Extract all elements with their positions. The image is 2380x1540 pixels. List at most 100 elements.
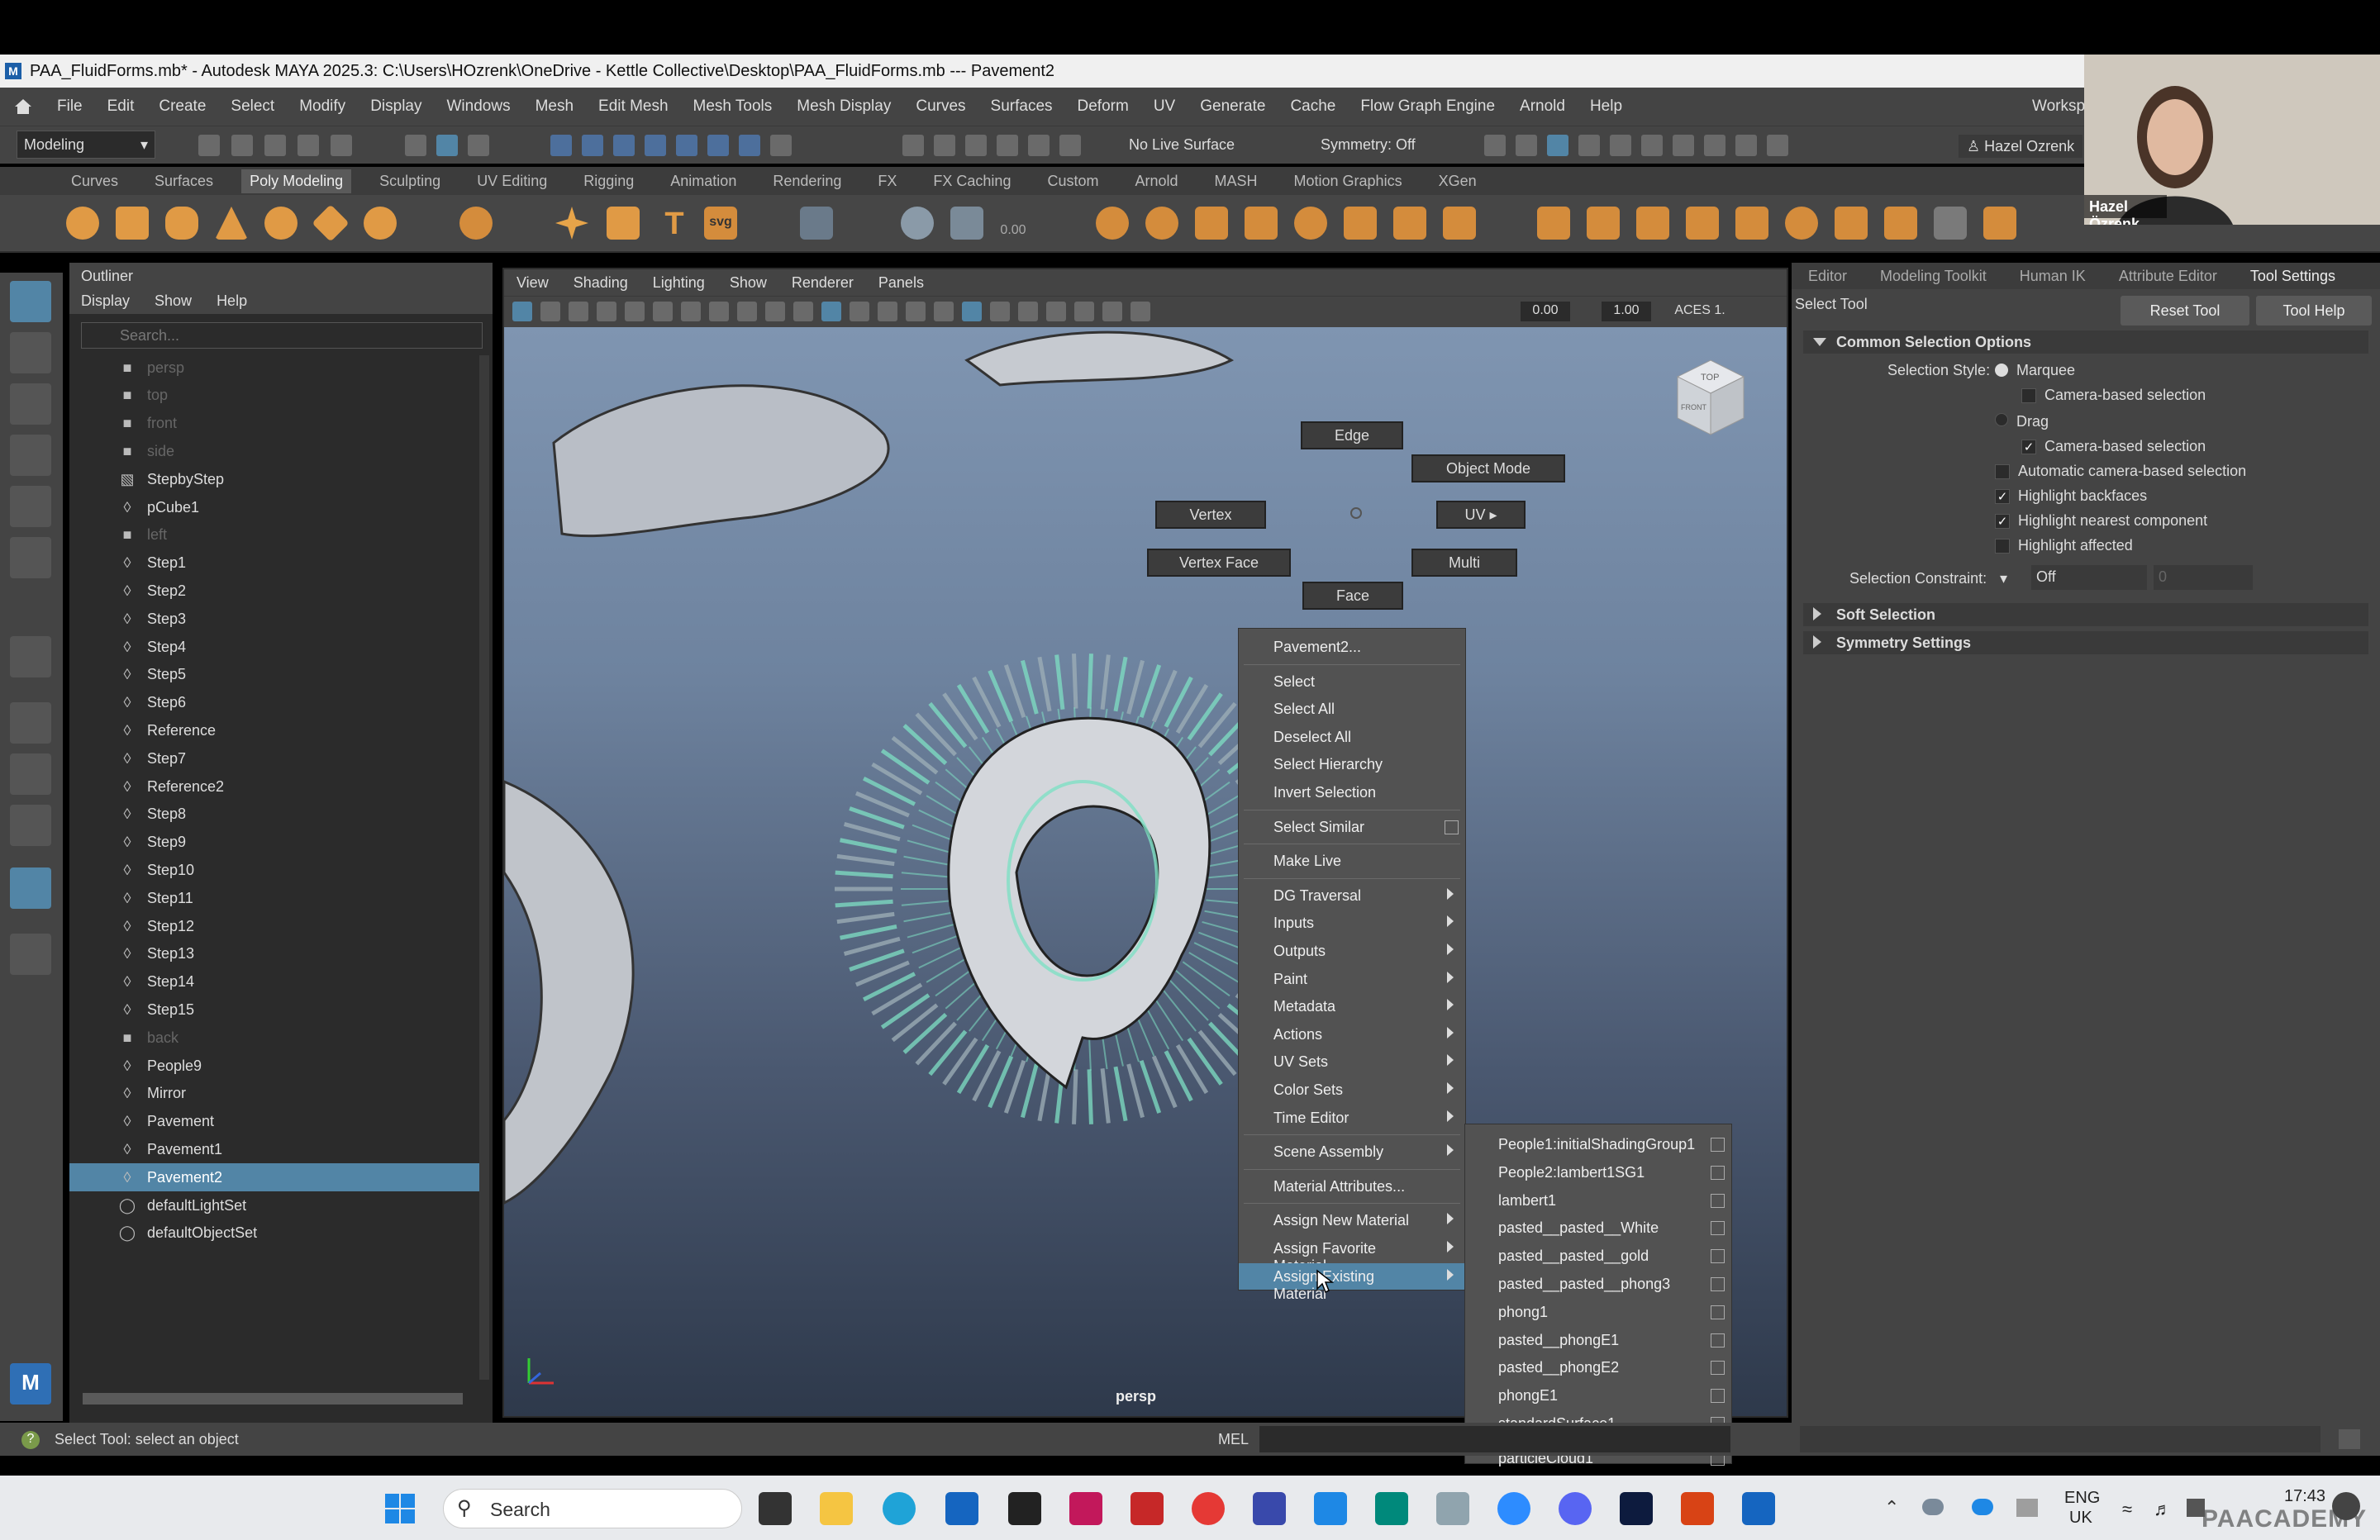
radio-marquee[interactable] xyxy=(1995,364,2008,377)
context-menu-item[interactable]: Select All xyxy=(1239,696,1465,722)
shelf-tab-mash[interactable]: MASH xyxy=(1215,173,1258,190)
context-menu-item[interactable]: Select Hierarchy xyxy=(1239,751,1465,777)
context-menu-item[interactable]: Invert Selection xyxy=(1239,779,1465,806)
outliner-item[interactable]: ◊ pCube1 xyxy=(69,493,479,521)
outliner-item[interactable]: ◊ Step5 xyxy=(69,661,479,689)
indesign-icon[interactable] xyxy=(1069,1492,1102,1525)
context-menu-item[interactable]: Color Sets xyxy=(1239,1077,1465,1103)
context-menu-item[interactable]: Assign Existing Material xyxy=(1239,1262,1465,1302)
taskbar-search-input[interactable]: ⚲ Search xyxy=(443,1489,742,1528)
outliner-item[interactable]: ■ back xyxy=(69,1024,479,1052)
viewport-menu-panels[interactable]: Panels xyxy=(878,274,924,292)
shelf-tab-surfaces[interactable]: Surfaces xyxy=(155,173,213,190)
context-menu-item[interactable]: Assign New Material xyxy=(1239,1207,1465,1233)
mirror-icon[interactable] xyxy=(901,207,934,240)
select-camera-icon[interactable] xyxy=(512,302,532,321)
hypershade-icon[interactable] xyxy=(1704,135,1726,156)
marking-menu-edge[interactable]: Edge xyxy=(1301,421,1403,449)
zoom-icon[interactable] xyxy=(1497,1492,1530,1525)
home-icon[interactable] xyxy=(13,97,33,116)
undo-icon[interactable] xyxy=(298,135,319,156)
poly-torus-icon[interactable] xyxy=(264,207,298,240)
tab-attribute-editor[interactable]: Attribute Editor xyxy=(2119,268,2217,285)
outlook-icon[interactable] xyxy=(945,1492,978,1525)
checkbox-camera-based-1[interactable] xyxy=(2021,388,2036,403)
wireframe-on-shaded-icon[interactable] xyxy=(962,302,982,321)
use-lights-icon[interactable] xyxy=(850,302,869,321)
camera-attributes-icon[interactable] xyxy=(540,302,560,321)
snap-surface-icon[interactable] xyxy=(1028,135,1050,156)
color-space-label[interactable]: ACES 1. xyxy=(1669,302,1730,321)
cloud-icon[interactable] xyxy=(1922,1499,1944,1515)
poly-cylinder-icon[interactable] xyxy=(165,207,198,240)
viewport-menu-renderer[interactable]: Renderer xyxy=(792,274,854,292)
flip-icon[interactable] xyxy=(1835,207,1868,240)
ipr-render-icon[interactable] xyxy=(1641,135,1663,156)
arnold-render-icon[interactable] xyxy=(1735,135,1757,156)
option-box-icon[interactable] xyxy=(1711,1333,1725,1348)
single-pane-icon[interactable] xyxy=(10,702,51,744)
chrome-icon[interactable] xyxy=(1192,1492,1225,1525)
outliner-item[interactable]: ◊ Step10 xyxy=(69,856,479,884)
outliner-item[interactable]: ◊ Step6 xyxy=(69,689,479,717)
redo-icon[interactable] xyxy=(331,135,352,156)
outliner-item[interactable]: ■ side xyxy=(69,437,479,465)
checkbox-highlight-affected[interactable] xyxy=(1995,539,2010,554)
marking-menu-vertex[interactable]: Vertex xyxy=(1155,501,1266,529)
volume-icon[interactable]: ♬ xyxy=(2154,1499,2172,1520)
3dsmax-icon[interactable] xyxy=(1375,1492,1408,1525)
symmetry-label[interactable]: Symmetry: Off xyxy=(1321,136,1416,154)
paint-select-icon[interactable] xyxy=(10,383,51,425)
task-view-icon[interactable] xyxy=(759,1492,792,1525)
camera-lock-icon[interactable] xyxy=(1547,135,1568,156)
context-menu-item[interactable]: DG Traversal xyxy=(1239,882,1465,909)
select-hierarchy-icon[interactable] xyxy=(405,135,426,156)
context-menu-item[interactable]: Inputs xyxy=(1239,910,1465,936)
tray-chevron-up-icon[interactable]: ⌃ xyxy=(1884,1497,1899,1519)
outliner-item[interactable]: ◊ Mirror xyxy=(69,1080,479,1108)
poly-plane-icon[interactable] xyxy=(312,204,350,242)
render-view-icon[interactable] xyxy=(1578,135,1600,156)
outliner-item[interactable]: ◯ defaultLightSet xyxy=(69,1191,479,1219)
multi-cut-icon[interactable] xyxy=(1344,207,1377,240)
file-explorer-icon[interactable] xyxy=(820,1492,853,1525)
poly-sphere-icon[interactable] xyxy=(66,207,99,240)
menu-flow-graph-engine[interactable]: Flow Graph Engine xyxy=(1360,97,1495,116)
edge-browser-icon[interactable] xyxy=(883,1492,916,1525)
context-menu-item[interactable]: Time Editor xyxy=(1239,1105,1465,1131)
svg-tool-icon[interactable]: svg xyxy=(704,207,737,240)
material-menu-item[interactable]: People1:initialShadingGroup1 xyxy=(1465,1131,1731,1157)
outliner-item[interactable]: ■ front xyxy=(69,410,479,438)
wedge-icon[interactable] xyxy=(1735,207,1768,240)
option-box-icon[interactable] xyxy=(1711,1165,1725,1180)
context-menu-item[interactable]: Make Live xyxy=(1239,848,1465,874)
type-tool-icon[interactable]: T xyxy=(658,207,691,241)
word-icon[interactable] xyxy=(1742,1492,1775,1525)
camera-view-icon[interactable] xyxy=(1484,135,1506,156)
tab-modeling-toolkit[interactable]: Modeling Toolkit xyxy=(1880,268,1987,285)
context-menu-item[interactable]: Assign Favorite Material xyxy=(1239,1235,1465,1274)
material-menu-item[interactable]: pasted__pasted__White xyxy=(1465,1214,1731,1241)
option-box-icon[interactable] xyxy=(1711,1305,1725,1319)
checkbox-highlight-backfaces[interactable]: ✓ xyxy=(1995,489,2010,504)
outliner-item[interactable]: ◊ Step11 xyxy=(69,884,479,912)
menu-display[interactable]: Display xyxy=(370,97,421,116)
menu-windows[interactable]: Windows xyxy=(447,97,511,116)
viewport-menu-shading[interactable]: Shading xyxy=(574,274,628,292)
material-menu-item[interactable]: pasted__pasted__phong3 xyxy=(1465,1271,1731,1297)
context-menu-item[interactable]: Paint xyxy=(1239,966,1465,992)
outliner-scrollbar[interactable] xyxy=(479,355,489,1380)
shelf-tab-curves[interactable]: Curves xyxy=(71,173,118,190)
super-shape-icon[interactable] xyxy=(555,207,588,240)
shelf-tab-poly-modeling[interactable]: Poly Modeling xyxy=(241,169,352,193)
poly-disc-icon[interactable] xyxy=(364,207,397,240)
smooth-shade-icon[interactable] xyxy=(821,302,841,321)
search-icon[interactable] xyxy=(10,934,51,975)
outliner-item[interactable]: ◊ Step13 xyxy=(69,940,479,968)
notification-icon[interactable] xyxy=(2332,1492,2360,1520)
menu-create[interactable]: Create xyxy=(159,97,206,116)
mel-label[interactable]: MEL xyxy=(1218,1431,1249,1448)
option-box-icon[interactable] xyxy=(1711,1221,1725,1236)
combine-icon[interactable] xyxy=(800,207,833,240)
inkscape-icon[interactable] xyxy=(1008,1492,1041,1525)
